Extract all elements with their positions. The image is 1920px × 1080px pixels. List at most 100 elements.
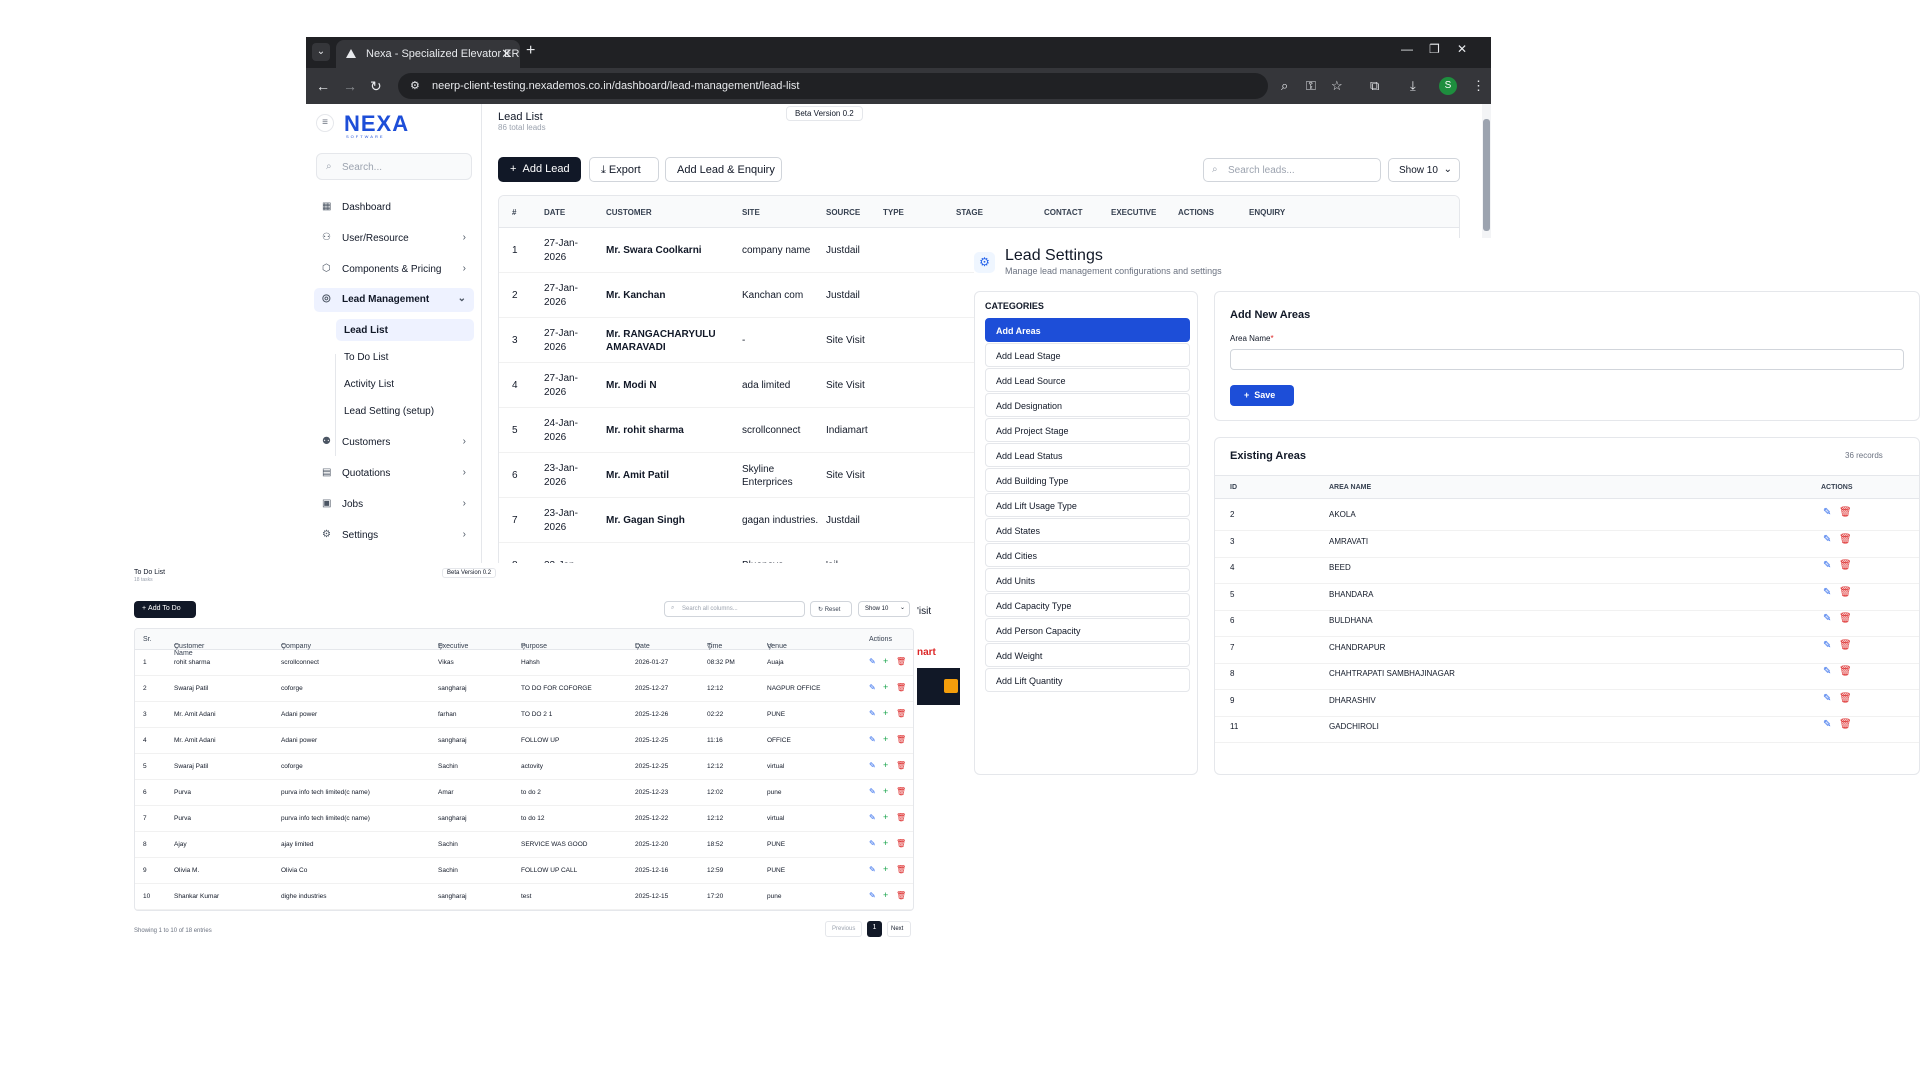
add-lead-enquiry-button[interactable]: Add Lead & Enquiry bbox=[665, 157, 782, 182]
add-lead-button[interactable]: + Add Lead bbox=[498, 157, 581, 182]
table-row[interactable]: 7 Purva purva info tech limited(c name) san… bbox=[135, 806, 913, 832]
table-row[interactable]: 6 Purva purva info tech limited(c name) Ama… bbox=[135, 780, 913, 806]
category-item[interactable]: Add Lead Status bbox=[985, 443, 1190, 467]
sidebar-subitem-activity-list[interactable]: Activity List bbox=[336, 373, 474, 395]
col-date[interactable]: DATE bbox=[544, 208, 565, 217]
todo-search-input[interactable]: ⌕ Search all columns... bbox=[664, 601, 805, 617]
col-contact[interactable]: CONTACT bbox=[1044, 208, 1083, 217]
delete-icon[interactable]: 🗑 bbox=[1839, 640, 1852, 651]
browser-tab[interactable]: Nexa - Specialized Elevator ERP ✕ bbox=[336, 40, 520, 68]
delete-icon[interactable]: 🗑 bbox=[896, 683, 906, 692]
table-row[interactable]: 10 Shankar Kumar dighe industries sangharaj… bbox=[135, 884, 913, 910]
reload-icon[interactable]: ↻ bbox=[370, 78, 382, 95]
col-site[interactable]: SITE bbox=[742, 208, 760, 217]
delete-icon[interactable]: 🗑 bbox=[896, 839, 906, 848]
sidebar-item-quotations[interactable]: ▤ Quotations › bbox=[314, 462, 474, 486]
delete-icon[interactable]: 🗑 bbox=[896, 761, 906, 770]
category-item[interactable]: Add Lead Stage bbox=[985, 343, 1190, 367]
edit-icon[interactable]: ✎ bbox=[869, 735, 876, 744]
edit-icon[interactable]: ✎ bbox=[869, 813, 876, 822]
table-row[interactable]: 2 Swaraj Patil coforge sangharaj TO DO FOR C… bbox=[135, 676, 913, 702]
delete-icon[interactable]: 🗑 bbox=[1839, 587, 1852, 598]
edit-icon[interactable]: ✎ bbox=[1823, 613, 1831, 624]
delete-icon[interactable]: 🗑 bbox=[896, 709, 906, 718]
back-icon[interactable]: ← bbox=[316, 78, 330, 94]
address-bar[interactable]: ⚙ neerp-client-testing.nexademos.co.in/d… bbox=[398, 73, 1268, 99]
delete-icon[interactable]: 🗑 bbox=[896, 891, 906, 900]
category-item[interactable]: Add Person Capacity bbox=[985, 618, 1190, 642]
edit-icon[interactable]: ✎ bbox=[1823, 640, 1831, 651]
add-activity-icon[interactable]: + bbox=[883, 786, 888, 796]
edit-icon[interactable]: ✎ bbox=[1823, 693, 1831, 704]
table-row[interactable]: 5 Swaraj Patil coforge Sachin actovity 2025-1… bbox=[135, 754, 913, 780]
category-item[interactable]: Add Lift Quantity bbox=[985, 668, 1190, 692]
edit-icon[interactable]: ✎ bbox=[1823, 666, 1831, 677]
sidebar-item-dashboard[interactable]: ▦ Dashboard bbox=[314, 196, 474, 220]
delete-icon[interactable]: 🗑 bbox=[1839, 719, 1852, 730]
table-row[interactable]: 8 Ajay ajay limited Sachin SERVICE WAS GOOD 2… bbox=[135, 832, 913, 858]
table-row[interactable]: 1 rohit sharma scrollconnect Vikas Hahsh 2026… bbox=[135, 650, 913, 676]
category-item[interactable]: Add Cities bbox=[985, 543, 1190, 567]
add-activity-icon[interactable]: + bbox=[883, 656, 888, 666]
sidebar-item-settings[interactable]: ⚙ Settings › bbox=[314, 524, 474, 548]
table-row[interactable]: 3 Mr. Amit Adani Adani power farhan TO DO 2 … bbox=[135, 702, 913, 728]
site-info-icon[interactable]: ⚙ bbox=[410, 79, 420, 92]
page-size-select[interactable]: Show 10 ⌄ bbox=[1388, 158, 1460, 182]
sidebar-subitem-lead-list[interactable]: Lead List bbox=[336, 319, 474, 341]
category-item[interactable]: Add Designation bbox=[985, 393, 1190, 417]
delete-icon[interactable]: 🗑 bbox=[896, 787, 906, 796]
extensions-icon[interactable]: ⧉ bbox=[1370, 78, 1379, 94]
category-item[interactable]: Add Weight bbox=[985, 643, 1190, 667]
add-activity-icon[interactable]: + bbox=[883, 838, 888, 848]
save-button[interactable]: + Save bbox=[1230, 385, 1294, 406]
area-name-input[interactable] bbox=[1230, 349, 1904, 370]
new-tab-icon[interactable]: + bbox=[526, 42, 535, 60]
edit-icon[interactable]: ✎ bbox=[869, 891, 876, 900]
reset-button[interactable]: ↻ Reset bbox=[810, 601, 852, 617]
col-source[interactable]: SOURCE bbox=[826, 208, 860, 217]
delete-icon[interactable]: 🗑 bbox=[1839, 693, 1852, 704]
add-activity-icon[interactable]: + bbox=[883, 682, 888, 692]
edit-icon[interactable]: ✎ bbox=[869, 683, 876, 692]
download-icon[interactable]: ⤓ bbox=[1410, 78, 1416, 94]
menu-toggle-icon[interactable]: ≡ bbox=[316, 114, 334, 132]
edit-icon[interactable]: ✎ bbox=[869, 657, 876, 666]
category-item[interactable]: Add Areas bbox=[985, 318, 1190, 342]
delete-icon[interactable]: 🗑 bbox=[1839, 613, 1852, 624]
category-item[interactable]: Add Project Stage bbox=[985, 418, 1190, 442]
edit-icon[interactable]: ✎ bbox=[1823, 534, 1831, 545]
tab-search-icon[interactable]: ⌄ bbox=[312, 43, 330, 61]
delete-icon[interactable]: 🗑 bbox=[1839, 560, 1852, 571]
add-activity-icon[interactable]: + bbox=[883, 760, 888, 770]
tab-close-icon[interactable]: ✕ bbox=[501, 46, 512, 62]
delete-icon[interactable]: 🗑 bbox=[896, 813, 906, 822]
delete-icon[interactable]: 🗑 bbox=[1839, 507, 1852, 518]
add-activity-icon[interactable]: + bbox=[883, 812, 888, 822]
category-item[interactable]: Add Lift Usage Type bbox=[985, 493, 1190, 517]
edit-icon[interactable]: ✎ bbox=[1823, 719, 1831, 730]
sidebar-item-user-resource[interactable]: ⚇ User/Resource › bbox=[314, 227, 474, 251]
category-item[interactable]: Add Capacity Type bbox=[985, 593, 1190, 617]
next-page-button[interactable]: Next bbox=[887, 921, 911, 937]
edit-icon[interactable]: ✎ bbox=[869, 787, 876, 796]
window-close-icon[interactable]: ✕ bbox=[1457, 42, 1467, 56]
category-item[interactable]: Add Lead Source bbox=[985, 368, 1190, 392]
restore-icon[interactable]: ❐ bbox=[1429, 42, 1440, 56]
sidebar-item-lead-management[interactable]: ◎ Lead Management ⌄ bbox=[314, 288, 474, 312]
category-item[interactable]: Add States bbox=[985, 518, 1190, 542]
table-row[interactable]: 9 Olivia M. Olivia Co Sachin FOLLOW UP CALL 2… bbox=[135, 858, 913, 884]
edit-icon[interactable]: ✎ bbox=[869, 709, 876, 718]
password-key-icon[interactable]: ⚿ bbox=[1306, 78, 1316, 94]
delete-icon[interactable]: 🗑 bbox=[1839, 534, 1852, 545]
col-stage[interactable]: STAGE bbox=[956, 208, 983, 217]
browser-menu-icon[interactable]: ⋮ bbox=[1472, 78, 1485, 94]
add-activity-icon[interactable]: + bbox=[883, 708, 888, 718]
edit-icon[interactable]: ✎ bbox=[869, 839, 876, 848]
col-type[interactable]: TYPE bbox=[883, 208, 904, 217]
add-activity-icon[interactable]: + bbox=[883, 864, 888, 874]
category-item[interactable]: Add Building Type bbox=[985, 468, 1190, 492]
category-item[interactable]: Add Units bbox=[985, 568, 1190, 592]
add-todo-button[interactable]: + Add To Do bbox=[134, 601, 196, 618]
minimize-icon[interactable]: — bbox=[1401, 42, 1413, 56]
delete-icon[interactable]: 🗑 bbox=[896, 735, 906, 744]
